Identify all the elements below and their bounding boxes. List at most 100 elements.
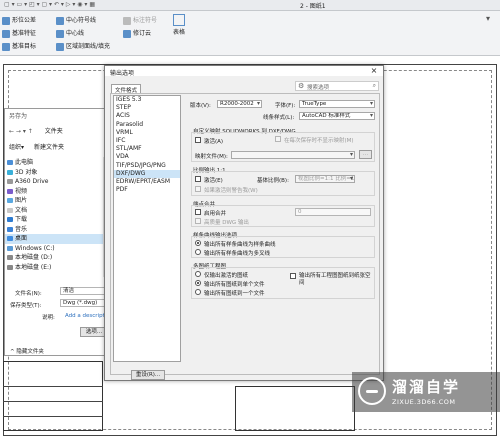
merge-checkbox[interactable] xyxy=(195,209,201,215)
desktop-icon xyxy=(7,236,13,241)
spline-as-spline-radio[interactable] xyxy=(195,240,201,246)
document-title: 2 - 图纸1 xyxy=(300,3,326,10)
tab-file-format[interactable]: 文件格式 xyxy=(111,84,142,94)
format-vrml[interactable]: VRML xyxy=(114,129,180,137)
close-button[interactable]: × xyxy=(367,66,381,75)
ribbon-gdt[interactable]: 形位公差 xyxy=(2,15,36,25)
watermark-url: ZIXUE.3D66.COM xyxy=(392,398,456,406)
save-type-label: 保存类型(T): xyxy=(10,303,42,309)
activate-map-label: 激活(A) xyxy=(204,139,224,145)
filename-input[interactable]: 清洁 xyxy=(60,287,110,295)
linestyle-select[interactable]: AutoCAD 标准样式 xyxy=(299,112,375,120)
format-dxf-dwg[interactable]: DXF/DWG xyxy=(114,169,180,178)
disk-icon xyxy=(7,255,13,260)
title-block-line xyxy=(3,386,103,387)
description-input[interactable]: Add a descripti xyxy=(65,313,106,319)
organize-button[interactable]: 组织 xyxy=(9,144,21,151)
tree-item-pictures[interactable]: 图片 xyxy=(5,196,103,206)
format-edrw[interactable]: EDRW/EPRT/EASM xyxy=(114,178,180,186)
spline-as-polyline-radio[interactable] xyxy=(195,249,201,255)
search-box[interactable]: ⚙ 搜索选项 ⌕ xyxy=(295,81,379,91)
nav-arrows[interactable]: ← → ▾ ↑ xyxy=(9,128,33,135)
format-step[interactable]: STEP xyxy=(114,104,180,112)
hq-dwg-label: 高质量 DWG 输出 xyxy=(204,220,249,226)
spline-as-polyline-label: 输出所有样条曲线为多叉线 xyxy=(204,251,271,257)
save-type-select[interactable]: Dwg (*.dwg) xyxy=(60,299,110,307)
ribbon-hatch[interactable]: 区域剖面线/填充 xyxy=(56,41,110,51)
tree-item-documents[interactable]: 文档 xyxy=(5,206,103,216)
tree-item-this-pc[interactable]: 此电脑 xyxy=(5,158,103,168)
marker-icon xyxy=(123,16,131,25)
folder-tree: 此电脑 3D 对象 A360 Drive 视频 图片 文档 下载 音乐 桌面 W… xyxy=(5,158,103,272)
tree-item-windows-c[interactable]: Windows (C:) xyxy=(5,244,103,254)
font-select[interactable]: TrueType xyxy=(299,100,375,108)
pc-icon xyxy=(7,160,13,165)
ribbon-collapse-icon[interactable]: ▾ xyxy=(486,14,490,23)
new-folder-button[interactable]: 新建文件夹 xyxy=(34,144,64,151)
watermark-title: 溜溜自学 xyxy=(392,378,461,396)
tree-item-videos[interactable]: 视频 xyxy=(5,187,103,197)
hq-dwg-checkbox[interactable] xyxy=(195,218,201,224)
tree-item-a360[interactable]: A360 Drive xyxy=(5,177,103,187)
map-browse-button[interactable]: ... xyxy=(359,150,372,159)
breadcrumb: 文件夹 xyxy=(44,128,63,135)
format-vda[interactable]: VDA xyxy=(114,153,180,161)
dialog-title: 输出选项 xyxy=(105,66,383,77)
watermark: 溜溜自学 ZIXUE.3D66.COM xyxy=(352,372,500,412)
format-image[interactable]: TIF/PSD/JPG/PNG xyxy=(114,162,180,170)
linestyle-label: 线条样式(L): xyxy=(263,115,295,121)
title-bar: ▢ ▾ ▭ ▾ ◰ ▾ ▢ ▾ ↶ ▾ ▷ ▾ ◉ ▾ ▦ 2 - 图纸1 xyxy=(0,0,500,11)
output-options-dialog: 输出选项 × 文件格式 ⚙ 搜索选项 ⌕ IGES 5.3 STEP ACIS … xyxy=(104,65,384,381)
merge-distance-input[interactable]: 0 xyxy=(295,208,371,216)
base-scale-select[interactable]: 视图比例=1:1 比例=1 xyxy=(295,175,355,183)
center-mark-icon xyxy=(56,16,64,25)
filename-label: 文件名(N): xyxy=(15,291,42,297)
quick-access-toolbar[interactable]: ▢ ▾ ▭ ▾ ◰ ▾ ▢ ▾ ↶ ▾ ▷ ▾ ◉ ▾ ▦ xyxy=(4,1,95,8)
title-block-mid xyxy=(235,386,355,431)
tree-item-downloads[interactable]: 下载 xyxy=(5,215,103,225)
ribbon-center-mark[interactable]: 中心符号线 xyxy=(56,15,96,25)
ribbon-table[interactable]: 表格 xyxy=(172,14,186,36)
format-list: IGES 5.3 STEP ACIS Parasolid VRML IFC ST… xyxy=(113,95,181,362)
address-bar[interactable]: ← → ▾ ↑ 文件夹 xyxy=(9,126,109,135)
format-stl-amf[interactable]: STL/AMF xyxy=(114,145,180,153)
paper-space-checkbox[interactable] xyxy=(290,273,296,279)
hide-folders-toggle[interactable]: ^ 隐藏文件夹 xyxy=(10,347,44,355)
tree-item-3d-objects[interactable]: 3D 对象 xyxy=(5,168,103,178)
format-acis[interactable]: ACIS xyxy=(114,112,180,120)
scale-activate-checkbox[interactable] xyxy=(195,176,201,182)
cloud-icon xyxy=(123,29,131,38)
ribbon-revision-cloud[interactable]: 修订云 xyxy=(123,28,151,38)
video-icon xyxy=(7,188,13,194)
format-iges[interactable]: IGES 5.3 xyxy=(114,96,180,104)
version-select[interactable]: R2000-2002 xyxy=(217,100,262,108)
ribbon-centerline[interactable]: 中心线 xyxy=(56,28,84,38)
ribbon-datum-feature[interactable]: 基准特征 xyxy=(2,28,36,38)
format-ifc[interactable]: IFC xyxy=(114,137,180,145)
tree-item-desktop[interactable]: 桌面 xyxy=(5,234,103,244)
gear-icon: ⚙ xyxy=(298,82,305,90)
activate-map-checkbox[interactable] xyxy=(195,137,201,143)
gdt-icon xyxy=(2,16,10,25)
ribbon-datum-target[interactable]: 基准目标 xyxy=(2,41,36,51)
reset-button[interactable]: 重设(R)... xyxy=(131,370,165,380)
drive-icon xyxy=(7,179,13,184)
tree-item-disk-e[interactable]: 本地磁盘 (E:) xyxy=(5,263,103,273)
map-file-select[interactable] xyxy=(231,151,355,159)
all-sheets-single-radio[interactable] xyxy=(195,280,201,286)
format-pdf[interactable]: PDF xyxy=(114,186,180,194)
tree-item-music[interactable]: 音乐 xyxy=(5,225,103,235)
version-label: 版本(V): xyxy=(190,103,211,109)
ribbon-marker[interactable]: 标注符号 xyxy=(123,15,157,25)
active-sheet-label: 仅输出激活的图纸 xyxy=(204,273,249,279)
target-icon xyxy=(2,42,10,51)
title-block-left xyxy=(3,361,103,431)
format-parasolid[interactable]: Parasolid xyxy=(114,121,180,129)
tree-item-disk-d[interactable]: 本地磁盘 (D:) xyxy=(5,253,103,263)
all-sheets-one-radio[interactable] xyxy=(195,289,201,295)
no-show-map-checkbox[interactable] xyxy=(275,136,281,142)
active-sheet-radio[interactable] xyxy=(195,271,201,277)
save-as-dialog: 另存为 ← → ▾ ↑ 文件夹 组织▾ 新建文件夹 此电脑 3D 对象 A360… xyxy=(4,108,111,356)
all-sheets-one-label: 输出所有图纸到一个文件 xyxy=(204,291,265,297)
scale-warn-checkbox[interactable] xyxy=(195,186,201,192)
